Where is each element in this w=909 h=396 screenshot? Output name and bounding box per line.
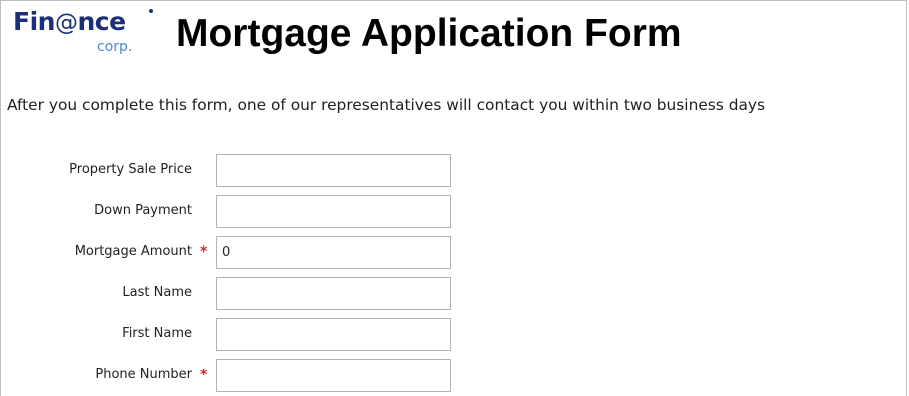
- phone-number-label: Phone Number: [95, 367, 192, 382]
- form-row-mortgage-amount: Mortgage Amount *: [0, 236, 470, 269]
- phone-number-required-marker: *: [200, 367, 208, 383]
- down-payment-input[interactable]: [216, 195, 451, 228]
- logo-text-at: @: [54, 10, 78, 36]
- form-row-down-payment: Down Payment: [0, 195, 470, 228]
- mortgage-amount-required-marker: *: [200, 244, 208, 260]
- first-name-input[interactable]: [216, 318, 451, 351]
- mortgage-amount-input[interactable]: [216, 236, 451, 269]
- page-title: Mortgage Application Form: [176, 12, 682, 55]
- logo-text-prefix: Fin: [13, 7, 55, 36]
- last-name-input[interactable]: [216, 277, 451, 310]
- form-row-property-sale-price: Property Sale Price: [0, 154, 470, 187]
- form-row-phone-number: Phone Number *: [0, 359, 470, 392]
- property-sale-price-input[interactable]: [216, 154, 451, 187]
- first-name-label: First Name: [122, 326, 192, 341]
- property-sale-price-label: Property Sale Price: [69, 162, 192, 177]
- logo-text-suffix: nce: [77, 7, 126, 36]
- intro-text: After you complete this form, one of our…: [7, 96, 766, 114]
- logo-dot-icon: [149, 9, 153, 13]
- finance-corp-logo: Fin@nce corp.: [13, 7, 159, 59]
- logo-subtext: corp.: [97, 39, 133, 55]
- mortgage-amount-label: Mortgage Amount: [74, 244, 192, 259]
- form-row-first-name: First Name: [0, 318, 470, 351]
- down-payment-label: Down Payment: [94, 203, 192, 218]
- phone-number-input[interactable]: [216, 359, 451, 392]
- logo-wordmark: Fin@nce: [13, 7, 126, 36]
- form-row-last-name: Last Name: [0, 277, 470, 310]
- last-name-label: Last Name: [122, 285, 192, 300]
